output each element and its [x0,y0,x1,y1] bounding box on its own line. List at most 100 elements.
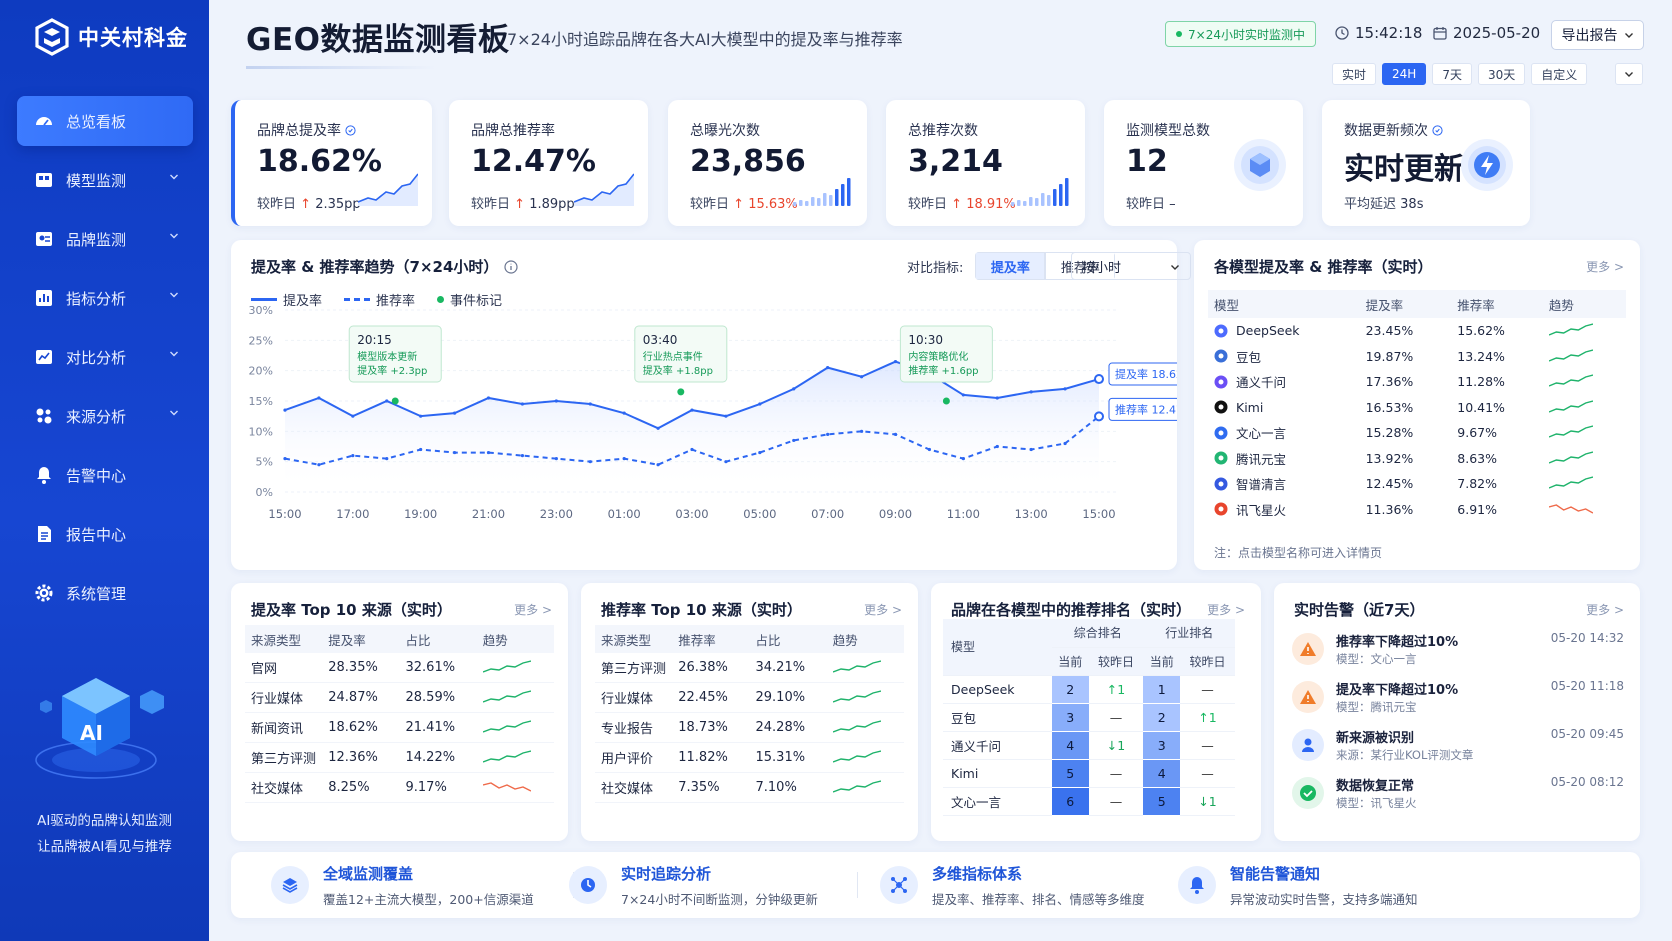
source-share: 32.61% [405,660,456,675]
rank-row[interactable]: 豆包 3—2 ↑1 [943,703,1235,732]
range-dropdown-button[interactable] [1615,63,1643,85]
feature-text: 智能告警通知 异常波动实时告警，支持多端通知 [1230,863,1418,908]
sidebar-item-label: 来源分析 [66,407,127,426]
kpi-card-2[interactable]: 总曝光次数 23,856 较昨日 ↑ 15.63% [668,100,867,226]
sidebar-item-3[interactable]: 指标分析 [17,273,193,323]
mention-sources-more-link[interactable]: 更多 > [514,601,552,618]
table-row[interactable]: 行业媒体 24.87% 28.59% [245,683,554,713]
model-table-more-link[interactable]: 更多 > [1586,258,1624,275]
trend-up-sparkline [1548,425,1594,438]
model-row[interactable]: DeepSeek 23.45% 15.62% [1208,318,1626,344]
model-name[interactable]: 智谱清言 [1236,474,1286,493]
clock-icon [1335,26,1349,40]
model-row[interactable]: 豆包 19.87% 13.24% [1208,344,1626,370]
event-time: 20:15 [357,333,392,347]
table-header-cell: 来源类型 [251,632,302,648]
model-row[interactable]: 智谱清言 12.45% 7.82% [1208,471,1626,497]
table-header-cell: 占比 [405,632,431,648]
rank-row[interactable]: 文心一言 6—5 ↓1 [943,787,1235,816]
kpi-card-0[interactable]: 品牌总提及率 18.62% 较昨日 ↑ 2.35pp [231,100,432,226]
model-row[interactable]: 腾讯元宝 13.92% 8.63% [1208,446,1626,472]
info-icon[interactable] [1432,124,1443,136]
rank-row[interactable]: 通义千问 4 ↓1 3— [943,731,1235,760]
legend-mention[interactable]: 提及率 [251,290,322,309]
model-mention-rate: 19.87% [1365,348,1414,364]
sidebar-item-0[interactable]: 总览看板 [17,96,193,146]
y-tick-label: 10% [249,425,273,438]
compare-option-mention[interactable]: 提及率 [975,252,1046,280]
rank-row[interactable]: DeepSeek 2 ↑1 1— [943,675,1235,704]
range-option-3[interactable]: 30天 [1477,63,1526,85]
kpi-card-1[interactable]: 品牌总推荐率 12.47% 较昨日 ↑ 1.89pp [449,100,648,226]
model-trend [1543,322,1626,339]
model-name[interactable]: 文心一言 [1236,423,1286,442]
info-icon[interactable] [504,259,519,274]
kpi-label-text: 品牌总提及率 [257,123,341,139]
range-option-1[interactable]: 24H [1382,63,1427,85]
model-name[interactable]: DeepSeek [1236,323,1300,338]
table-row[interactable]: 第三方评测 26.38% 34.21% [595,653,904,683]
x-tick-label: 01:00 [608,507,641,521]
granularity-value: 按小时 [1082,260,1122,276]
legend-event[interactable]: 事件标记 [437,290,502,309]
table-row[interactable]: 社交媒体 7.35% 7.10% [595,773,904,803]
alerts-more-link[interactable]: 更多 > [1586,601,1624,618]
rank-model: 豆包 [943,703,1052,732]
table-row[interactable]: 新闻资讯 18.62% 21.41% [245,713,554,743]
sidebar-item-8[interactable]: 系统管理 [17,568,193,618]
alert-item[interactable]: 推荐率下降超过10% 模型：文心一言 05-20 14:32 [1292,631,1624,675]
model-row[interactable]: Kimi 16.53% 10.41% [1208,395,1626,421]
sidebar-item-5[interactable]: 来源分析 [17,391,193,441]
model-name[interactable]: Kimi [1236,400,1263,415]
kpi-card-4[interactable]: 监测模型总数 12 较昨日 – [1104,100,1303,226]
sidebar-item-2[interactable]: 品牌监测 [17,214,193,264]
chevron-down-icon [1624,33,1633,38]
rank-more-link[interactable]: 更多 > [1207,601,1245,618]
rank-card: 品牌在各模型中的推荐排名（实时） 更多 > 模型 综合排名 行业排名 当前 较昨… [931,583,1261,841]
source-trend [477,779,554,797]
info-icon[interactable] [345,124,356,136]
kpi-label-text: 监测模型总数 [1126,123,1210,139]
model-name[interactable]: 通义千问 [1236,372,1286,391]
sidebar-nav: 总览看板模型监测品牌监测指标分析对比分析来源分析告警中心报告中心系统管理 [17,96,193,627]
recommend_sources-header: 来源类型 推荐率 占比 趋势 [595,625,904,653]
model-row[interactable]: 通义千问 17.36% 11.28% [1208,369,1626,395]
alert-item[interactable]: 新来源被识别 来源：某行业KOL评测文章 05-20 09:45 [1292,727,1624,771]
rank-row[interactable]: Kimi 5—4— [943,759,1235,788]
brand-logo[interactable]: 中关村科金 [34,18,188,56]
table-row[interactable]: 专业报告 18.73% 24.28% [595,713,904,743]
range-option-4[interactable]: 自定义 [1531,63,1588,85]
legend-recommend[interactable]: 推荐率 [344,290,415,309]
table-row[interactable]: 第三方评测 12.36% 14.22% [245,743,554,773]
alert-item[interactable]: 提及率下降超过10% 模型：腾讯元宝 05-20 11:18 [1292,679,1624,723]
sidebar-item-1[interactable]: 模型监测 [17,155,193,205]
model-row[interactable]: 文心一言 15.28% 9.67% [1208,420,1626,446]
rank-overall-current: 3 [1051,703,1089,732]
range-option-2[interactable]: 7天 [1432,63,1472,85]
kpi-compare-label: 较昨日 [471,197,511,212]
kpi-card-5[interactable]: 数据更新频次 实时更新 平均延迟 38s [1322,100,1530,226]
brand-icon [34,229,54,249]
svg-text:AI: AI [80,721,103,745]
table-row[interactable]: 社交媒体 8.25% 9.17% [245,773,554,803]
table-row[interactable]: 行业媒体 22.45% 29.10% [595,683,904,713]
model-name[interactable]: 豆包 [1236,347,1261,366]
sidebar-item-4[interactable]: 对比分析 [17,332,193,382]
sidebar-item-6[interactable]: 告警中心 [17,450,193,500]
export-report-button[interactable]: 导出报告 [1551,20,1644,50]
granularity-select[interactable]: 按小时 [1071,252,1191,280]
sidebar-item-7[interactable]: 报告中心 [17,509,193,559]
model-row[interactable]: 讯飞星火 11.36% 6.91% [1208,497,1626,523]
range-option-0[interactable]: 实时 [1332,63,1377,85]
alert-item[interactable]: 数据恢复正常 模型：讯飞星火 05-20 08:12 [1292,775,1624,819]
rank-industry-current: 2 [1143,703,1181,732]
model-name[interactable]: 腾讯元宝 [1236,449,1286,468]
source-type: 新闻资讯 [251,722,304,737]
table-row[interactable]: 用户评价 11.82% 15.31% [595,743,904,773]
model-name[interactable]: 讯飞星火 [1236,500,1286,519]
alert-time: 05-20 08:12 [1550,775,1624,789]
table-row[interactable]: 官网 28.35% 32.61% [245,653,554,683]
recommend-sources-more-link[interactable]: 更多 > [864,601,902,618]
sidebar-item-label: 品牌监测 [66,230,127,249]
kpi-card-3[interactable]: 总推荐次数 3,214 较昨日 ↑ 18.91% [886,100,1085,226]
